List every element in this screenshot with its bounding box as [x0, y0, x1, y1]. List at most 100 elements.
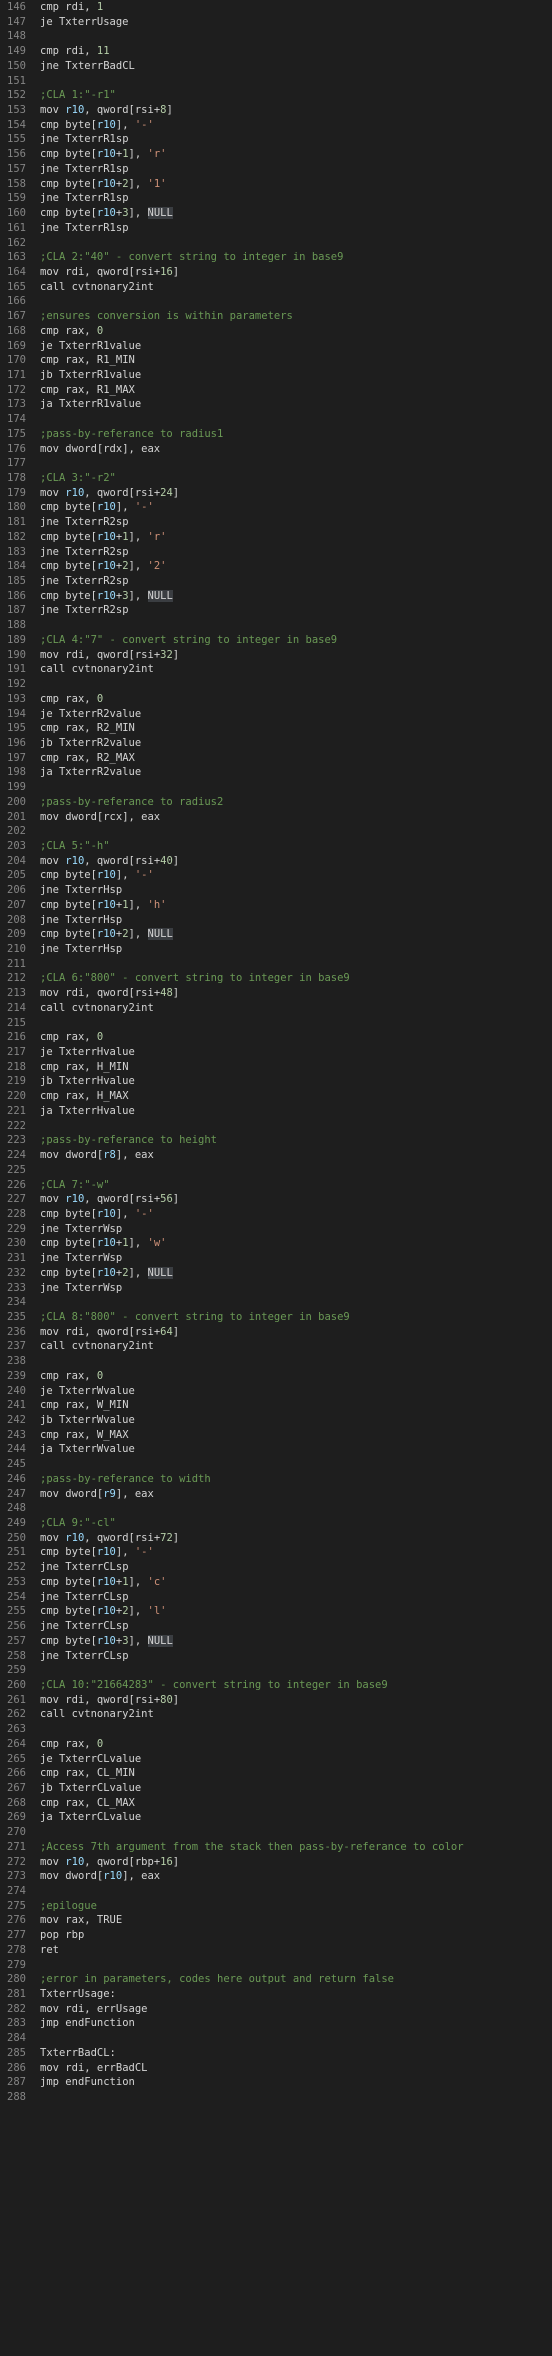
code-line[interactable]: 270 — [0, 1825, 552, 1840]
code-line[interactable]: 286 mov rdi, errBadCL — [0, 2061, 552, 2076]
code-line[interactable]: 282 mov rdi, errUsage — [0, 2002, 552, 2017]
code-line[interactable]: 157 jne TxterrR1sp — [0, 162, 552, 177]
code-line[interactable]: 245 — [0, 1457, 552, 1472]
code-line[interactable]: 183 jne TxterrR2sp — [0, 545, 552, 560]
code-line[interactable]: 224 mov dword[r8], eax — [0, 1148, 552, 1163]
code-line[interactable]: 258 jne TxterrCLsp — [0, 1649, 552, 1664]
code-line[interactable]: 253 cmp byte[r10+1], 'c' — [0, 1575, 552, 1590]
code-line[interactable]: 250 mov r10, qword[rsi+72] — [0, 1531, 552, 1546]
code-line[interactable]: 274 — [0, 1884, 552, 1899]
code-line[interactable]: 208 jne TxterrHsp — [0, 913, 552, 928]
code-line[interactable]: 230 cmp byte[r10+1], 'w' — [0, 1236, 552, 1251]
code-line[interactable]: 267 jb TxterrCLvalue — [0, 1781, 552, 1796]
code-line[interactable]: 223 ;pass-by-referance to height — [0, 1133, 552, 1148]
code-line[interactable]: 211 — [0, 957, 552, 972]
code-line[interactable]: 237 call cvtnonary2int — [0, 1339, 552, 1354]
code-line[interactable]: 226 ;CLA 7:"-w" — [0, 1178, 552, 1193]
code-line[interactable]: 212 ;CLA 6:"800" - convert string to inte… — [0, 971, 552, 986]
code-line[interactable]: 215 — [0, 1016, 552, 1031]
code-line[interactable]: 159 jne TxterrR1sp — [0, 191, 552, 206]
code-line[interactable]: 217 je TxterrHvalue — [0, 1045, 552, 1060]
code-line[interactable]: 213 mov rdi, qword[rsi+48] — [0, 986, 552, 1001]
code-line[interactable]: 199 — [0, 780, 552, 795]
code-line[interactable]: 206 jne TxterrHsp — [0, 883, 552, 898]
code-line[interactable]: 187 jne TxterrR2sp — [0, 603, 552, 618]
code-line[interactable]: 176 mov dword[rdx], eax — [0, 442, 552, 457]
code-line[interactable]: 205 cmp byte[r10], '-' — [0, 868, 552, 883]
code-line[interactable]: 285 TxterrBadCL: — [0, 2046, 552, 2061]
code-line[interactable]: 146 cmp rdi, 1 — [0, 0, 552, 15]
code-line[interactable]: 178 ;CLA 3:"-r2" — [0, 471, 552, 486]
code-line[interactable]: 220 cmp rax, H_MAX — [0, 1089, 552, 1104]
code-line[interactable]: 203 ;CLA 5:"-h" — [0, 839, 552, 854]
code-line[interactable]: 241 cmp rax, W_MIN — [0, 1398, 552, 1413]
code-line[interactable]: 185 jne TxterrR2sp — [0, 574, 552, 589]
code-line[interactable]: 264 cmp rax, 0 — [0, 1737, 552, 1752]
code-line[interactable]: 193 cmp rax, 0 — [0, 692, 552, 707]
code-line[interactable]: 202 — [0, 824, 552, 839]
code-line[interactable]: 169 je TxterrR1value — [0, 339, 552, 354]
code-line[interactable]: 221 ja TxterrHvalue — [0, 1104, 552, 1119]
code-line[interactable]: 276 mov rax, TRUE — [0, 1913, 552, 1928]
code-line[interactable]: 257 cmp byte[r10+3], NULL — [0, 1634, 552, 1649]
code-line[interactable]: 191 call cvtnonary2int — [0, 662, 552, 677]
code-line[interactable]: 233 jne TxterrWsp — [0, 1281, 552, 1296]
code-line[interactable]: 194 je TxterrR2value — [0, 707, 552, 722]
code-line[interactable]: 251 cmp byte[r10], '-' — [0, 1545, 552, 1560]
code-line[interactable]: 162 — [0, 236, 552, 251]
code-line[interactable]: 235 ;CLA 8:"800" - convert string to inte… — [0, 1310, 552, 1325]
code-line[interactable]: 266 cmp rax, CL_MIN — [0, 1766, 552, 1781]
code-line[interactable]: 181 jne TxterrR2sp — [0, 515, 552, 530]
code-line[interactable]: 265 je TxterrCLvalue — [0, 1752, 552, 1767]
code-line[interactable]: 179 mov r10, qword[rsi+24] — [0, 486, 552, 501]
code-line[interactable]: 184 cmp byte[r10+2], '2' — [0, 559, 552, 574]
code-line[interactable]: 192 — [0, 677, 552, 692]
code-line[interactable]: 232 cmp byte[r10+2], NULL — [0, 1266, 552, 1281]
code-line[interactable]: 158 cmp byte[r10+2], '1' — [0, 177, 552, 192]
code-line[interactable]: 153 mov r10, qword[rsi+8] — [0, 103, 552, 118]
code-line[interactable]: 277 pop rbp — [0, 1928, 552, 1943]
code-line[interactable]: 272 mov r10, qword[rbp+16] — [0, 1855, 552, 1870]
code-line[interactable]: 228 cmp byte[r10], '-' — [0, 1207, 552, 1222]
code-line[interactable]: 234 — [0, 1295, 552, 1310]
code-line[interactable]: 281 TxterrUsage: — [0, 1987, 552, 2002]
code-line[interactable]: 149 cmp rdi, 11 — [0, 44, 552, 59]
code-line[interactable]: 262 call cvtnonary2int — [0, 1707, 552, 1722]
code-line[interactable]: 155 jne TxterrR1sp — [0, 132, 552, 147]
code-line[interactable]: 180 cmp byte[r10], '-' — [0, 500, 552, 515]
code-line[interactable]: 189 ;CLA 4:"7" - convert string to intege… — [0, 633, 552, 648]
code-line[interactable]: 175 ;pass-by-referance to radius1 — [0, 427, 552, 442]
code-line[interactable]: 196 jb TxterrR2value — [0, 736, 552, 751]
code-line[interactable]: 240 je TxterrWvalue — [0, 1384, 552, 1399]
code-line[interactable]: 166 — [0, 294, 552, 309]
code-line[interactable]: 254 jne TxterrCLsp — [0, 1590, 552, 1605]
code-line[interactable]: 260 ;CLA 10:"21664283" - convert string t… — [0, 1678, 552, 1693]
code-line[interactable]: 280 ;error in parameters, codes here outp… — [0, 1972, 552, 1987]
code-line[interactable]: 243 cmp rax, W_MAX — [0, 1428, 552, 1443]
code-line[interactable]: 161 jne TxterrR1sp — [0, 221, 552, 236]
code-line[interactable]: 148 — [0, 29, 552, 44]
code-line[interactable]: 190 mov rdi, qword[rsi+32] — [0, 648, 552, 663]
code-line[interactable]: 256 jne TxterrCLsp — [0, 1619, 552, 1634]
code-line[interactable]: 170 cmp rax, R1_MIN — [0, 353, 552, 368]
code-line[interactable]: 279 — [0, 1958, 552, 1973]
code-line[interactable]: 172 cmp rax, R1_MAX — [0, 383, 552, 398]
code-line[interactable]: 173 ja TxterrR1value — [0, 397, 552, 412]
code-line[interactable]: 186 cmp byte[r10+3], NULL — [0, 589, 552, 604]
code-line[interactable]: 201 mov dword[rcx], eax — [0, 810, 552, 825]
code-line[interactable]: 165 call cvtnonary2int — [0, 280, 552, 295]
code-line[interactable]: 271 ;Access 7th argument from the stack t… — [0, 1840, 552, 1855]
code-line[interactable]: 156 cmp byte[r10+1], 'r' — [0, 147, 552, 162]
code-line[interactable]: 263 — [0, 1722, 552, 1737]
code-line[interactable]: 200 ;pass-by-referance to radius2 — [0, 795, 552, 810]
code-line[interactable]: 231 jne TxterrWsp — [0, 1251, 552, 1266]
code-line[interactable]: 261 mov rdi, qword[rsi+80] — [0, 1693, 552, 1708]
code-line[interactable]: 288 — [0, 2090, 552, 2105]
code-line[interactable]: 168 cmp rax, 0 — [0, 324, 552, 339]
code-line[interactable]: 207 cmp byte[r10+1], 'h' — [0, 898, 552, 913]
code-line[interactable]: 214 call cvtnonary2int — [0, 1001, 552, 1016]
code-line[interactable]: 287 jmp endFunction — [0, 2075, 552, 2090]
code-line[interactable]: 252 jne TxterrCLsp — [0, 1560, 552, 1575]
code-line[interactable]: 284 — [0, 2031, 552, 2046]
code-line[interactable]: 188 — [0, 618, 552, 633]
